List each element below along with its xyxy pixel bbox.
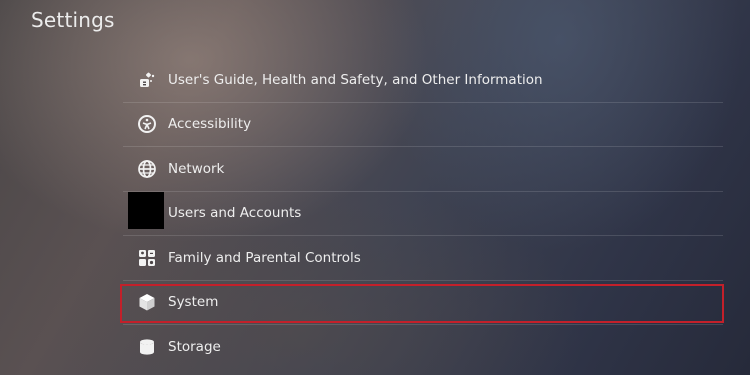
menu-item-family-parental[interactable]: Family and Parental Controls: [123, 236, 723, 281]
guide-icon: [136, 69, 158, 91]
menu-item-users-accounts[interactable]: Users and Accounts: [123, 191, 723, 236]
cube-icon: [136, 291, 158, 313]
menu-item-label: User's Guide, Health and Safety, and Oth…: [168, 71, 543, 88]
menu-item-label: Family and Parental Controls: [168, 249, 361, 266]
accessibility-icon: [136, 113, 158, 135]
menu-item-label: System: [168, 294, 219, 311]
family-icon: [136, 247, 158, 269]
page-title: Settings: [31, 8, 115, 32]
menu-item-label: Users and Accounts: [168, 205, 302, 222]
settings-screen: Settings User's Guide, Health and Safety…: [0, 0, 750, 375]
menu-item-accessibility[interactable]: Accessibility: [123, 103, 723, 147]
user-avatar: [128, 191, 164, 229]
globe-icon: [136, 158, 158, 180]
menu-item-users-guide[interactable]: User's Guide, Health and Safety, and Oth…: [123, 58, 723, 103]
menu-item-storage[interactable]: Storage: [123, 325, 723, 370]
menu-item-label: Accessibility: [168, 116, 252, 133]
menu-item-system[interactable]: System: [120, 281, 724, 325]
menu-item-network[interactable]: Network: [123, 147, 723, 192]
menu-item-label: Storage: [168, 339, 221, 356]
storage-icon: [136, 336, 158, 358]
settings-menu: User's Guide, Health and Safety, and Oth…: [120, 58, 724, 370]
menu-item-label: Network: [168, 160, 225, 177]
